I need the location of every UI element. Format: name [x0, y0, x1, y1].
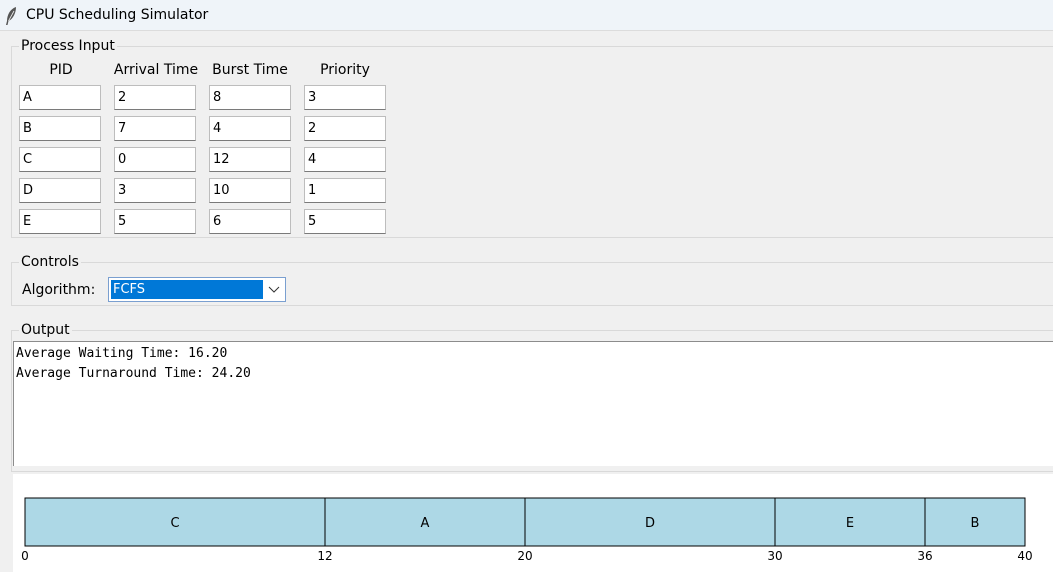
title-bar: CPU Scheduling Simulator	[0, 0, 1053, 31]
window-title: CPU Scheduling Simulator	[26, 7, 209, 23]
algorithm-label: Algorithm:	[22, 282, 96, 298]
controls-label: Controls	[19, 254, 81, 270]
header-arrival-time: Arrival Time	[113, 62, 199, 78]
output-line-turnaround: Average Turnaround Time: 24.20	[16, 366, 251, 381]
algorithm-selected-value: FCFS	[111, 280, 263, 299]
gantt-bar-label: D	[645, 516, 655, 531]
gantt-bar-label: C	[170, 516, 179, 531]
gantt-chart: C A D E B 0 12 20 30 36 40	[21, 497, 1033, 563]
algorithm-select[interactable]: FCFS	[108, 277, 286, 302]
pid-field[interactable]: A	[19, 85, 101, 110]
arrival-time-field[interactable]: 7	[114, 116, 196, 141]
gantt-bar-label: B	[971, 516, 980, 531]
gantt-bar-label: A	[421, 516, 430, 531]
gantt-tick-label: 0	[21, 549, 29, 563]
feather-icon	[6, 7, 16, 25]
pid-field[interactable]: B	[19, 116, 101, 141]
priority-field[interactable]: 5	[304, 209, 386, 234]
output-label: Output	[19, 322, 72, 338]
header-priority: Priority	[320, 62, 370, 78]
burst-time-field[interactable]: 12	[209, 147, 291, 172]
burst-time-field[interactable]: 4	[209, 116, 291, 141]
header-burst-time: Burst Time	[212, 62, 288, 78]
chevron-down-icon[interactable]	[263, 278, 285, 301]
priority-field[interactable]: 3	[304, 85, 386, 110]
burst-time-field[interactable]: 10	[209, 178, 291, 203]
priority-field[interactable]: 4	[304, 147, 386, 172]
pid-field[interactable]: D	[19, 178, 101, 203]
gantt-tick-label: 20	[517, 549, 532, 563]
burst-time-field[interactable]: 6	[209, 209, 291, 234]
priority-field[interactable]: 1	[304, 178, 386, 203]
process-input-label: Process Input	[19, 38, 117, 54]
arrival-time-field[interactable]: 2	[114, 85, 196, 110]
output-textbox[interactable]: Average Waiting Time: 16.20 Average Turn…	[13, 341, 1053, 466]
pid-field[interactable]: E	[19, 209, 101, 234]
priority-field[interactable]: 2	[304, 116, 386, 141]
pid-field[interactable]: C	[19, 147, 101, 172]
gantt-canvas: C A D E B 0 12 20 30 36 40	[13, 474, 1053, 572]
gantt-tick-label: 40	[1017, 549, 1032, 563]
gantt-tick-label: 12	[317, 549, 332, 563]
gantt-tick-label: 30	[767, 549, 782, 563]
gantt-bar-label: E	[846, 516, 854, 531]
gantt-tick-label: 36	[917, 549, 932, 563]
arrival-time-field[interactable]: 5	[114, 209, 196, 234]
output-line-waiting: Average Waiting Time: 16.20	[16, 346, 228, 361]
burst-time-field[interactable]: 8	[209, 85, 291, 110]
header-pid: PID	[49, 62, 73, 78]
arrival-time-field[interactable]: 3	[114, 178, 196, 203]
arrival-time-field[interactable]: 0	[114, 147, 196, 172]
